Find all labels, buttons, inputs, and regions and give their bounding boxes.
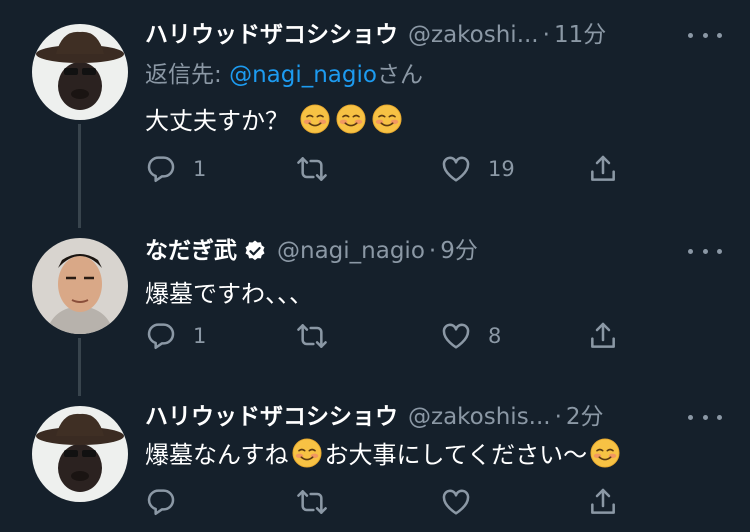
retweet-button[interactable] (295, 318, 345, 354)
retweet-icon (295, 153, 329, 185)
reply-button[interactable]: 1 (145, 151, 206, 187)
reply-icon (145, 153, 177, 185)
tweet-text-content: 爆墓ですわ、、、 (145, 280, 313, 308)
tweet-text: 大丈夫すか？ (145, 104, 710, 137)
smiling-face-emoji (590, 438, 620, 468)
reply-icon (145, 320, 177, 352)
like-button[interactable]: 19 (440, 151, 515, 187)
like-icon (440, 486, 472, 518)
like-icon (440, 153, 472, 185)
user-handle[interactable]: @zakoshi... (408, 20, 539, 50)
reply-context: 返信先: @nagi_nagioさん (145, 60, 423, 90)
tweet-header: なだぎ武 @nagi_nagio · 9分 (145, 236, 690, 266)
tweet-text-part: お大事にしてください〜 (324, 441, 588, 469)
smiling-face-emoji (336, 104, 366, 134)
tweet-text-part: 爆墓なんすね (145, 441, 289, 469)
reply-suffix: さん (376, 62, 423, 88)
separator-dot: · (542, 22, 550, 48)
like-count: 19 (488, 157, 515, 181)
like-icon (440, 320, 472, 352)
tweet-text: 爆墓ですわ、、、 (145, 278, 710, 310)
tweet-text-content: 大丈夫すか？ (145, 107, 289, 135)
tweet-actions (145, 484, 750, 520)
retweet-icon (295, 486, 329, 518)
verified-badge-icon (243, 239, 267, 263)
avatar[interactable] (32, 406, 128, 502)
share-button[interactable] (587, 318, 619, 354)
timestamp[interactable]: 2分 (566, 402, 604, 432)
share-button[interactable] (587, 151, 619, 187)
display-name[interactable]: ハリウッドザコシショウ (145, 402, 398, 432)
smiling-face-emoji (292, 438, 322, 468)
display-name[interactable]: なだぎ武 (145, 236, 237, 266)
retweet-button[interactable] (295, 151, 345, 187)
more-icon[interactable] (688, 236, 722, 266)
more-icon[interactable] (688, 20, 722, 50)
smiling-face-emoji (300, 104, 330, 134)
avatar[interactable] (32, 24, 128, 120)
reply-count: 1 (193, 157, 207, 181)
tweet[interactable]: なだぎ武 @nagi_nagio · 9分 爆墓ですわ、、、 1 8 (0, 218, 750, 388)
share-icon (587, 153, 619, 185)
user-handle[interactable]: @nagi_nagio (277, 236, 425, 266)
retweet-icon (295, 320, 329, 352)
retweet-button[interactable] (295, 484, 345, 520)
share-icon (587, 320, 619, 352)
separator-dot: · (554, 404, 562, 430)
tweet[interactable]: ハリウッドザコシショウ @zakoshis... · 2分 爆墓なんすね お大事に… (0, 388, 750, 532)
reply-icon (145, 486, 177, 518)
reply-button[interactable] (145, 484, 193, 520)
smiling-face-emoji (372, 104, 402, 134)
avatar[interactable] (32, 238, 128, 334)
display-name[interactable]: ハリウッドザコシショウ (145, 20, 398, 50)
share-icon (587, 486, 619, 518)
like-count: 8 (488, 324, 502, 348)
reply-count: 1 (193, 324, 207, 348)
tweet-actions: 1 8 (145, 318, 750, 354)
reply-button[interactable]: 1 (145, 318, 206, 354)
timestamp[interactable]: 11分 (554, 20, 606, 50)
reply-prefix: 返信先: (145, 62, 230, 88)
separator-dot: · (428, 238, 437, 264)
like-button[interactable] (440, 484, 488, 520)
tweet[interactable]: ハリウッドザコシショウ @zakoshi... · 11分 返信先: @nagi… (0, 0, 750, 210)
user-handle[interactable]: @zakoshis... (408, 402, 551, 432)
reply-mention-link[interactable]: @nagi_nagio (229, 62, 377, 88)
timestamp[interactable]: 9分 (440, 236, 478, 266)
tweet-text: 爆墓なんすね お大事にしてください〜 (145, 438, 710, 471)
share-button[interactable] (587, 484, 619, 520)
tweet-header: ハリウッドザコシショウ @zakoshis... · 2分 (145, 402, 690, 432)
tweet-actions: 1 19 (145, 151, 750, 187)
like-button[interactable]: 8 (440, 318, 501, 354)
more-icon[interactable] (688, 402, 722, 432)
tweet-header: ハリウッドザコシショウ @zakoshi... · 11分 (145, 20, 690, 50)
